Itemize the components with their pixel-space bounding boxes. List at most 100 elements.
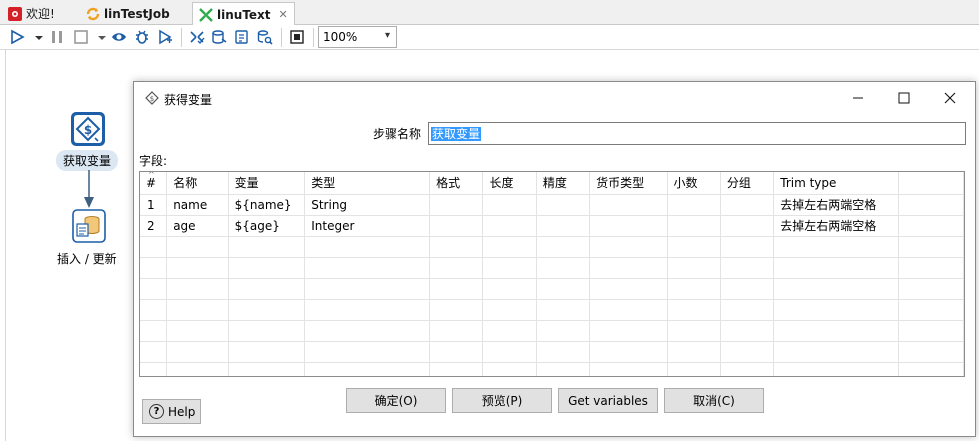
- maximize-icon[interactable]: [881, 86, 927, 110]
- verify-icon[interactable]: [189, 29, 205, 45]
- step-name-label: 步骤名称: [373, 127, 422, 141]
- step-insert-update[interactable]: [72, 209, 106, 243]
- table-row[interactable]: 2 age ${age} Integer 去掉左右两端空格: [140, 215, 964, 237]
- column-header-filler: [898, 172, 964, 195]
- table-cell-type[interactable]: Integer: [304, 215, 431, 237]
- chevron-down-icon: ▾: [384, 30, 390, 41]
- column-header-type[interactable]: 类型: [304, 172, 431, 195]
- svg-text:$: $: [150, 95, 154, 103]
- help-icon: ?: [149, 404, 164, 419]
- tab-lintestjob[interactable]: linTestJob: [80, 2, 176, 25]
- table-row-empty[interactable]: [140, 362, 964, 376]
- zoom-value: 100%: [323, 30, 358, 44]
- tab-linutext-label: linuText: [217, 7, 271, 22]
- svg-text:$: $: [84, 123, 92, 137]
- impact-icon[interactable]: [211, 29, 227, 45]
- table-cell-variable[interactable]: ${age}: [228, 215, 306, 237]
- table-header-row: ^ # 名称 变量 类型 格式 长度 精度 货币类型 小数 分组 Trim typ…: [140, 172, 964, 195]
- table-cell-length[interactable]: [482, 194, 537, 216]
- fields-label: 字段:: [139, 154, 168, 168]
- close-icon[interactable]: ✕: [279, 8, 288, 21]
- get-variables-dialog: $ 获得变量 步骤名称 获取变量 字段: ^ # 名称 变量 类型 格式 长度 …: [133, 81, 976, 437]
- table-cell-type[interactable]: String: [304, 194, 431, 216]
- table-cell-precision[interactable]: [536, 215, 591, 237]
- editor-tab-bar: 欢迎! linTestJob linuText ✕: [0, 0, 979, 26]
- step-name-value: 获取变量: [431, 127, 482, 141]
- column-header-format[interactable]: 格式: [429, 172, 484, 195]
- help-button[interactable]: ? Help: [142, 399, 201, 424]
- spoon-welcome-icon: [8, 6, 22, 21]
- run-options-icon[interactable]: [31, 29, 43, 45]
- ok-button[interactable]: 确定(O): [346, 388, 446, 413]
- column-header-currency[interactable]: 货币类型: [589, 172, 668, 195]
- table-cell-currency[interactable]: [589, 194, 668, 216]
- table-cell-trim-type[interactable]: 去掉左右两端空格: [773, 215, 899, 237]
- step-get-variables[interactable]: $: [70, 111, 106, 147]
- table-row-empty[interactable]: [140, 257, 964, 279]
- table-cell-length[interactable]: [482, 215, 537, 237]
- transformation-icon: [199, 7, 213, 22]
- table-cell-decimal[interactable]: [667, 215, 721, 237]
- step-insert-update-label: 插入 / 更新: [57, 252, 117, 266]
- column-header-decimal[interactable]: 小数: [667, 172, 721, 195]
- table-cell-filler: [898, 194, 964, 216]
- canvas-border: [5, 50, 6, 441]
- get-variables-step-icon: $: [70, 111, 106, 147]
- table-cell-decimal[interactable]: [667, 194, 721, 216]
- column-header-trim-type[interactable]: Trim type: [773, 172, 899, 195]
- table-cell-currency[interactable]: [589, 215, 668, 237]
- explore-db-icon[interactable]: [257, 29, 273, 45]
- tab-welcome-label: 欢迎!: [26, 7, 55, 21]
- tab-welcome[interactable]: 欢迎!: [2, 2, 61, 25]
- step-name-input[interactable]: 获取变量: [428, 122, 966, 145]
- replay-icon[interactable]: [157, 29, 173, 45]
- table-row-empty[interactable]: [140, 278, 964, 300]
- table-cell-name[interactable]: age: [166, 215, 229, 237]
- pause-icon[interactable]: [49, 29, 65, 45]
- table-cell-index: 2: [140, 215, 168, 237]
- insert-update-step-icon: [72, 209, 106, 243]
- tab-linutext[interactable]: linuText ✕: [192, 2, 295, 26]
- table-cell-format[interactable]: [429, 194, 484, 216]
- get-variables-button[interactable]: Get variables: [558, 388, 658, 413]
- column-header-index[interactable]: ^ #: [140, 172, 168, 195]
- debug-icon[interactable]: [134, 29, 150, 45]
- table-row-empty[interactable]: [140, 320, 964, 342]
- dialog-titlebar[interactable]: $ 获得变量: [134, 82, 975, 114]
- fields-table[interactable]: ^ # 名称 变量 类型 格式 长度 精度 货币类型 小数 分组 Trim typ…: [139, 171, 965, 377]
- column-header-variable[interactable]: 变量: [228, 172, 306, 195]
- help-label: Help: [168, 404, 196, 419]
- table-row-empty[interactable]: [140, 341, 964, 363]
- show-results-icon[interactable]: [289, 29, 305, 45]
- table-cell-name[interactable]: name: [166, 194, 229, 216]
- sql-icon[interactable]: [234, 29, 250, 45]
- cancel-button[interactable]: 取消(C): [664, 388, 764, 413]
- tab-lintestjob-label: linTestJob: [104, 6, 170, 21]
- zoom-select[interactable]: 100% ▾: [318, 26, 397, 48]
- table-cell-group[interactable]: [720, 215, 775, 237]
- transformation-toolbar: 100% ▾: [0, 25, 979, 50]
- stop-icon[interactable]: [73, 29, 89, 45]
- minimize-icon[interactable]: [835, 86, 881, 110]
- column-header-group[interactable]: 分组: [720, 172, 775, 195]
- table-cell-variable[interactable]: ${name}: [228, 194, 306, 216]
- dialog-title: 获得变量: [164, 93, 213, 107]
- preview-icon[interactable]: [111, 29, 127, 45]
- column-header-name[interactable]: 名称: [166, 172, 229, 195]
- table-row[interactable]: 1 name ${name} String 去掉左右两端空格: [140, 194, 964, 216]
- table-row-empty[interactable]: [140, 299, 964, 321]
- run-icon[interactable]: [9, 29, 25, 45]
- hop-arrow[interactable]: [82, 170, 96, 212]
- column-header-length[interactable]: 长度: [482, 172, 537, 195]
- table-cell-group[interactable]: [720, 194, 775, 216]
- stop-options-icon[interactable]: [94, 29, 106, 45]
- table-cell-filler: [898, 215, 964, 237]
- column-header-precision[interactable]: 精度: [536, 172, 591, 195]
- table-cell-index: 1: [140, 194, 168, 216]
- preview-button[interactable]: 预览(P): [452, 388, 552, 413]
- table-cell-precision[interactable]: [536, 194, 591, 216]
- table-cell-trim-type[interactable]: 去掉左右两端空格: [773, 194, 899, 216]
- close-icon[interactable]: [927, 86, 973, 110]
- table-row-empty[interactable]: [140, 236, 964, 258]
- table-cell-format[interactable]: [429, 215, 484, 237]
